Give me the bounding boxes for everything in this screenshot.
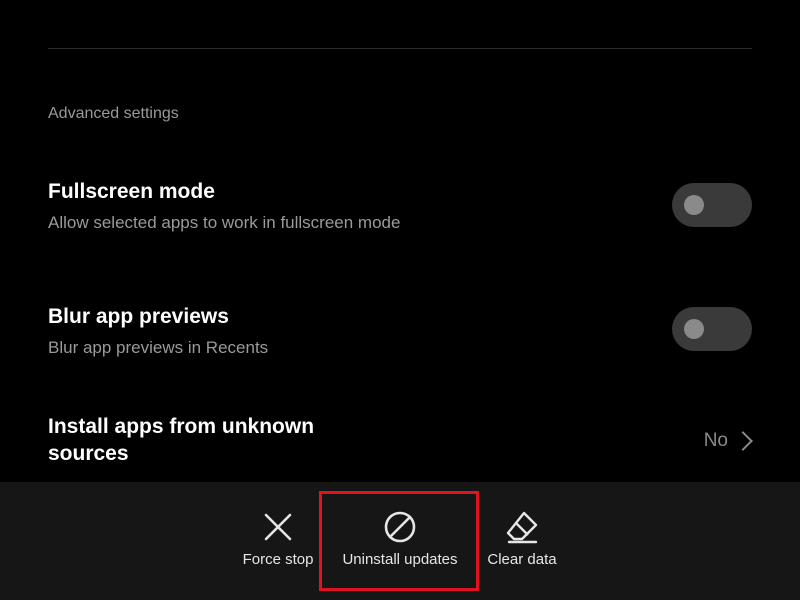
bottom-action-bar: Force stop Uninstall updates Clear data: [0, 482, 800, 600]
force-stop-label: Force stop: [242, 551, 314, 568]
setting-install-unknown-sources[interactable]: Install apps from unknown sources No: [0, 410, 800, 474]
eraser-icon: [506, 511, 538, 544]
clear-data-button[interactable]: Clear data: [482, 482, 562, 600]
setting-fullscreen-mode[interactable]: Fullscreen mode Allow selected apps to w…: [0, 170, 800, 250]
force-stop-button[interactable]: Force stop: [238, 482, 318, 600]
setting-title-line1: Install apps from unknown: [48, 415, 315, 438]
setting-value: No: [703, 430, 728, 451]
fullscreen-toggle[interactable]: [672, 183, 752, 227]
setting-title: Fullscreen mode: [48, 180, 215, 203]
toggle-knob: [684, 195, 704, 215]
clear-data-label: Clear data: [487, 551, 557, 568]
app-info-screen: Advanced settings Fullscreen mode Allow …: [0, 0, 800, 600]
setting-blur-app-previews[interactable]: Blur app previews Blur app previews in R…: [0, 295, 800, 375]
chevron-right-icon: [733, 431, 753, 451]
toggle-knob: [684, 319, 704, 339]
setting-subtitle: Blur app previews in Recents: [48, 338, 269, 357]
uninstall-updates-button[interactable]: Uninstall updates: [330, 482, 470, 600]
setting-title-line2: sources: [48, 442, 129, 465]
setting-subtitle: Allow selected apps to work in fullscree…: [48, 213, 401, 232]
uninstall-updates-label: Uninstall updates: [342, 551, 458, 568]
divider: [48, 48, 752, 49]
section-header: Advanced settings: [48, 105, 179, 122]
blur-toggle[interactable]: [672, 307, 752, 351]
prohibited-icon: [384, 511, 416, 543]
setting-title: Blur app previews: [48, 305, 229, 328]
close-icon: [264, 513, 292, 541]
